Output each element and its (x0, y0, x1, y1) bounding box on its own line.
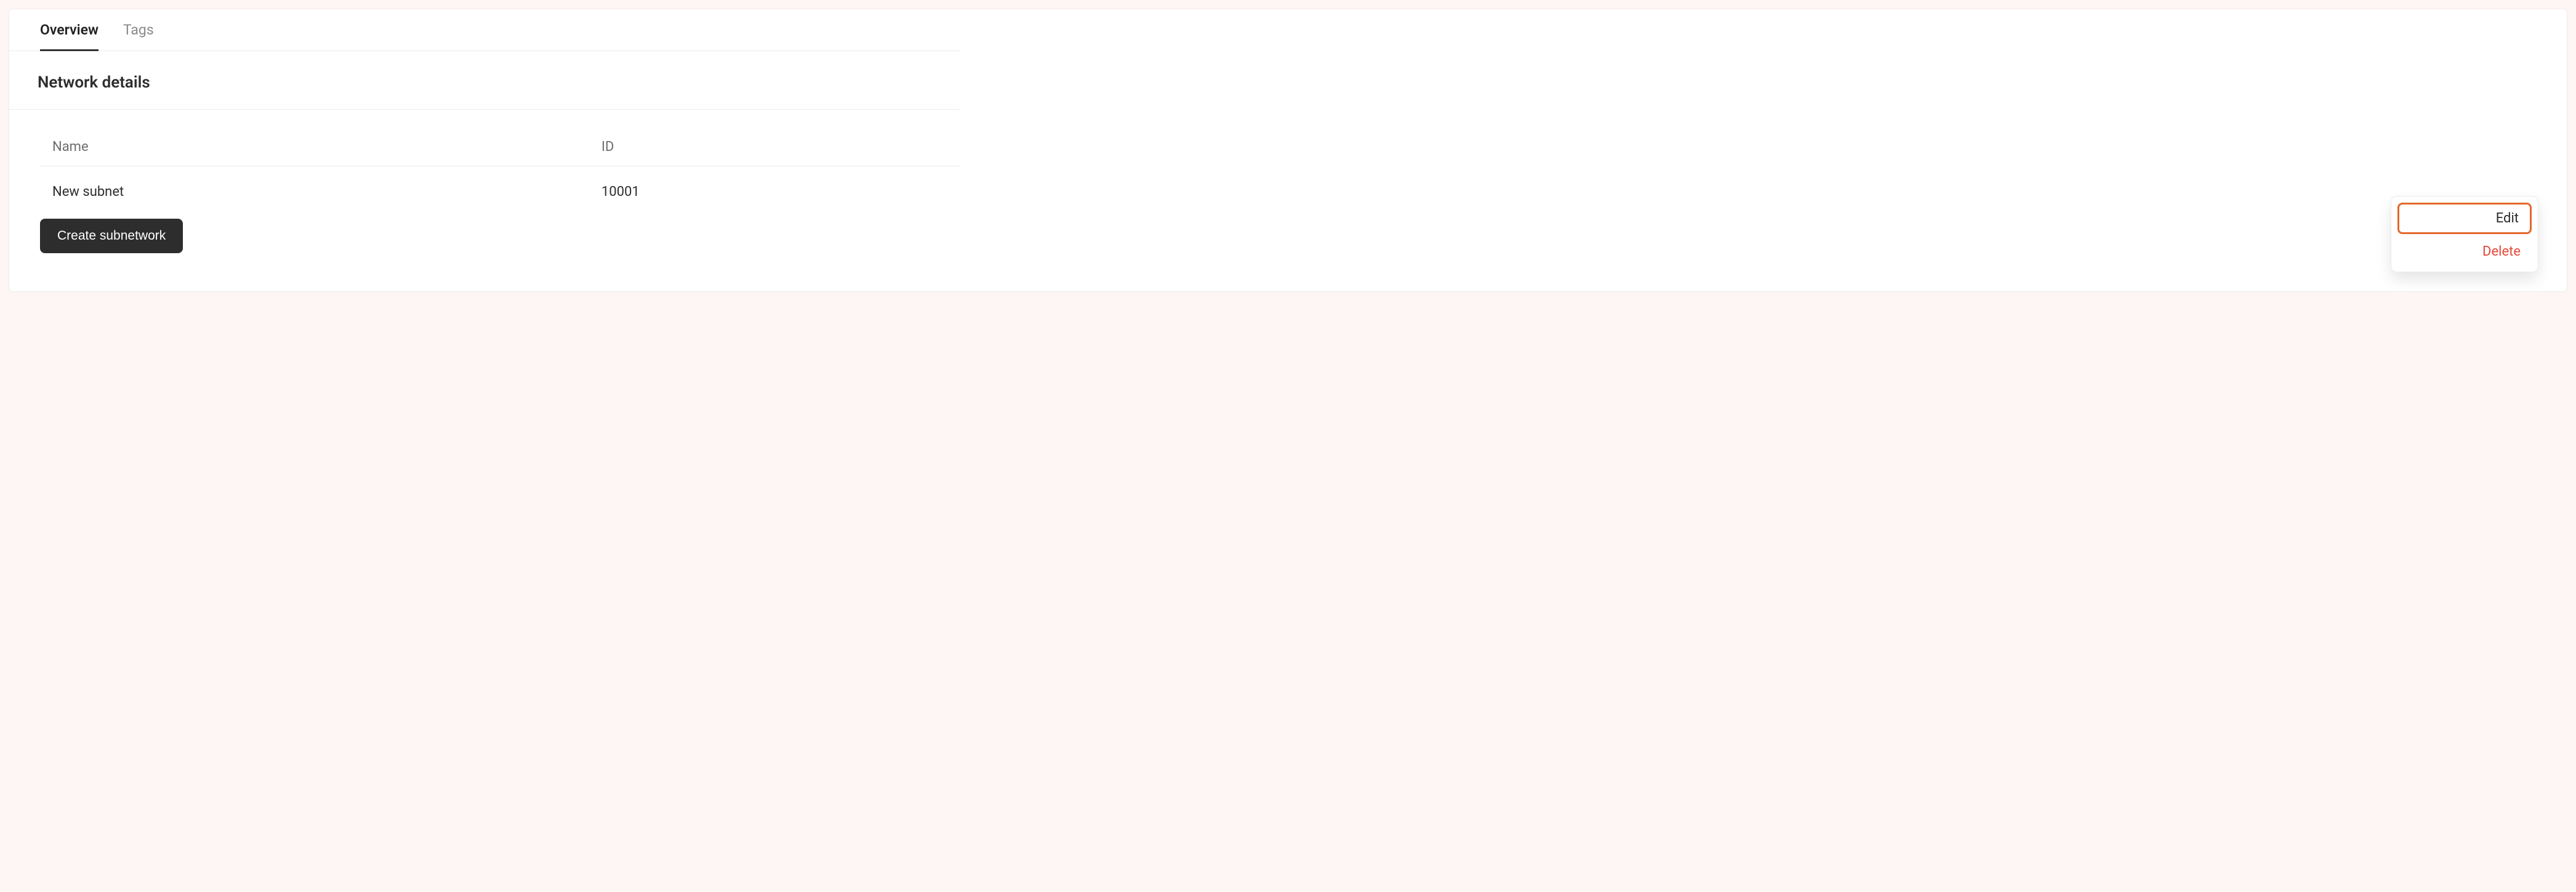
delete-action[interactable]: Delete (2397, 238, 2532, 266)
create-subnetwork-button[interactable]: Create subnetwork (40, 219, 183, 253)
cell-name: New subnet (40, 166, 589, 207)
empty-right-region (960, 9, 2567, 291)
col-header-name: Name (40, 128, 589, 166)
tab-tags[interactable]: Tags (123, 22, 154, 51)
row-actions-menu: Edit Delete (2391, 196, 2538, 272)
edit-action[interactable]: Edit (2397, 203, 2532, 234)
network-details-panel: Overview Tags Network details Name ID IP… (9, 9, 2567, 292)
tab-overview[interactable]: Overview (40, 22, 99, 51)
